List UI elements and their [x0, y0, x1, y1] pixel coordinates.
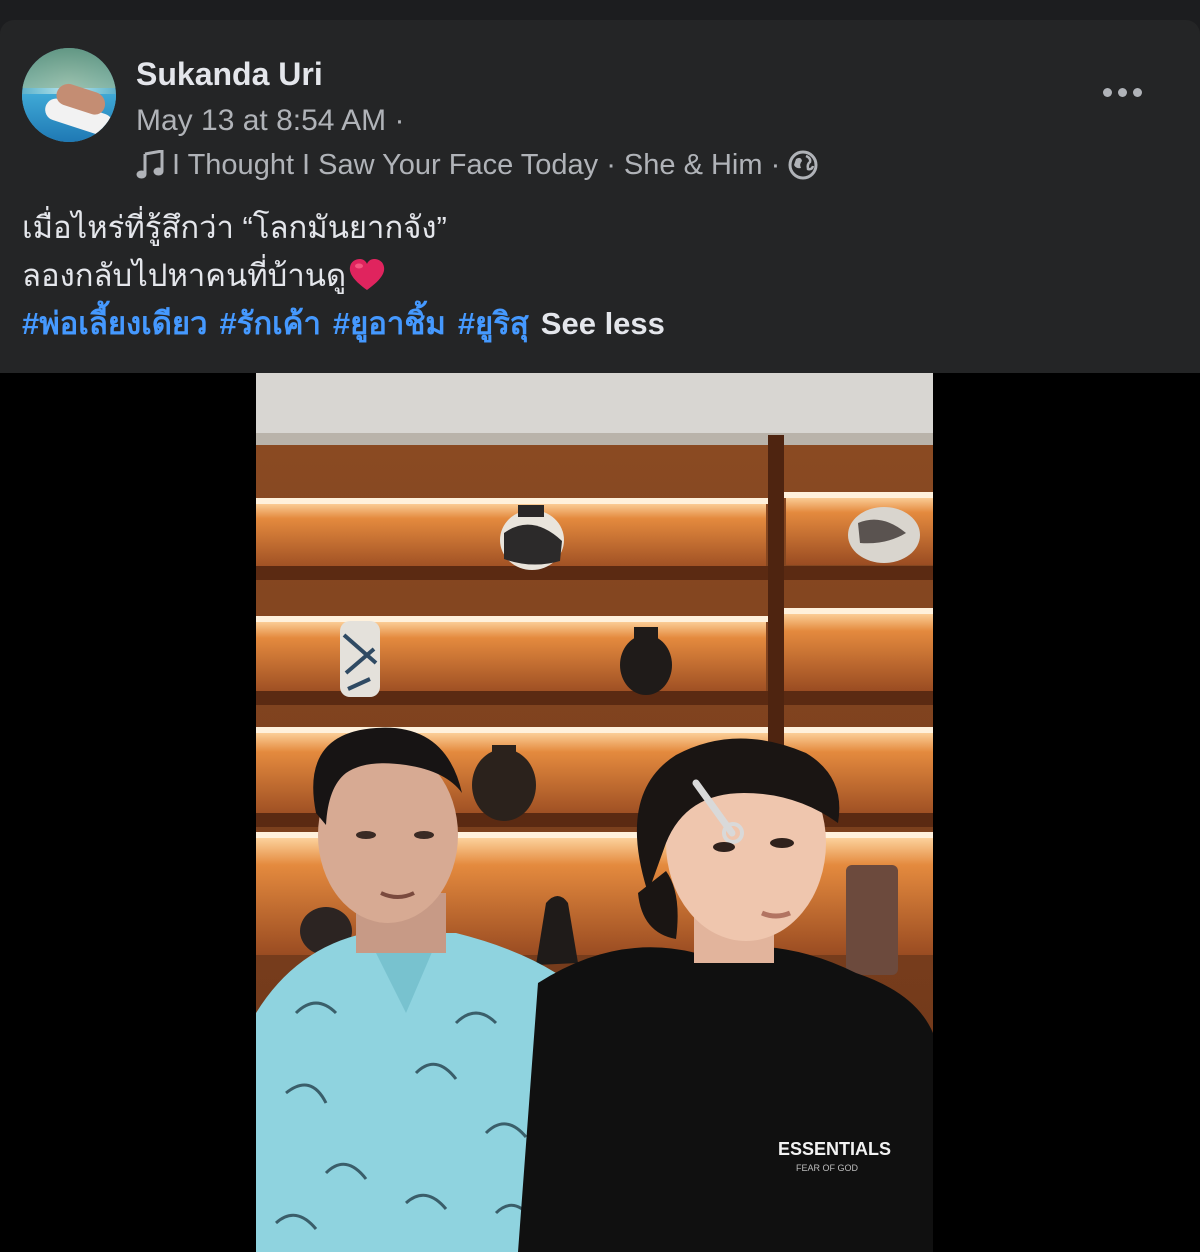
post-card: Sukanda Uri May 13 at 8:54 AM · I Though…: [0, 20, 1200, 1252]
post-timestamp[interactable]: May 13 at 8:54 AM ·: [136, 104, 404, 138]
hashtag-link[interactable]: #พ่อเลี้ยงเดียว: [22, 306, 208, 341]
music-note-icon: [136, 150, 164, 179]
more-options-button[interactable]: [1090, 72, 1154, 112]
hashtag-link[interactable]: #ยูอาชิ้ม: [333, 306, 446, 341]
shirt-print-subtext: FEAR OF GOD: [796, 1163, 859, 1173]
video-still-image: ESSENTIALS FEAR OF GOD: [256, 373, 933, 1252]
caption-line-2: ลองกลับไปหาคนที่บ้านดู: [22, 252, 1172, 300]
post-caption: เมื่อไหร่ที่รู้สึกว่า “โลกมันยากจัง” ลอง…: [22, 204, 1172, 348]
music-title: I Thought I Saw Your Face Today · She & …: [172, 148, 781, 181]
hashtag-row: #พ่อเลี้ยงเดียว #รักเค้า #ยูอาชิ้ม #ยูริสุ S…: [22, 300, 1172, 348]
shirt-print-text: ESSENTIALS: [778, 1139, 891, 1159]
see-less-link[interactable]: See less: [541, 306, 665, 341]
globe-icon: [788, 150, 818, 180]
hashtag-link[interactable]: #ยูริสุ: [458, 306, 529, 341]
author-name[interactable]: Sukanda Uri: [136, 56, 323, 93]
music-attribution[interactable]: I Thought I Saw Your Face Today · She & …: [136, 148, 818, 182]
caption-line-1: เมื่อไหร่ที่รู้สึกว่า “โลกมันยากจัง”: [22, 210, 447, 245]
hashtag-link[interactable]: #รักเค้า: [220, 306, 321, 341]
author-avatar[interactable]: [22, 48, 116, 142]
video-frame[interactable]: ESSENTIALS FEAR OF GOD: [256, 373, 933, 1252]
more-options-icon: [1102, 87, 1112, 97]
red-heart-icon: [349, 259, 385, 290]
video-player[interactable]: ESSENTIALS FEAR OF GOD: [0, 373, 1200, 1252]
caption-line-2-text: ลองกลับไปหาคนที่บ้านดู: [22, 258, 347, 293]
top-strip: [0, 0, 1200, 20]
